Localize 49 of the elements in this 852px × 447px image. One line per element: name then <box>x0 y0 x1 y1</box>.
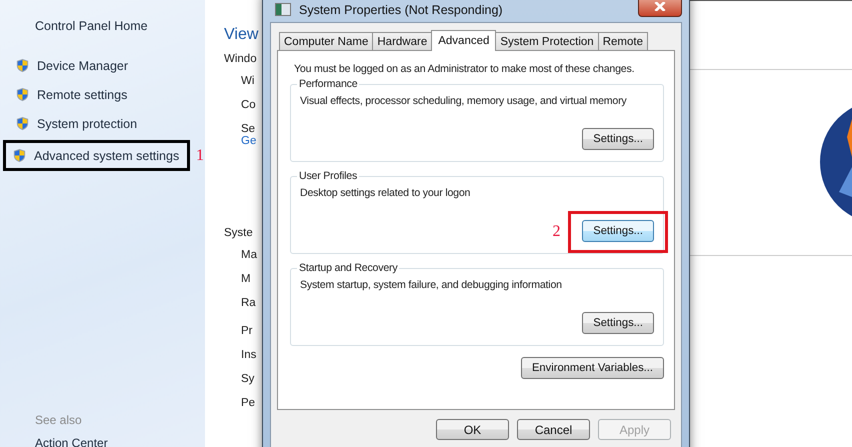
info-label: Se <box>241 122 256 136</box>
sidebar-link[interactable]: Advanced system settings <box>3 140 190 171</box>
dialog-button[interactable]: OK <box>436 419 509 440</box>
control-panel-home-link[interactable]: Control Panel Home <box>35 19 205 33</box>
info-label: Pe <box>241 396 256 411</box>
group-title: User Profiles <box>297 170 360 182</box>
group-title: Performance <box>297 78 360 90</box>
group-description: Desktop settings related to your logon <box>300 187 472 199</box>
sidebar-link[interactable]: System protection <box>6 111 144 137</box>
info-label: Ins <box>241 348 258 363</box>
info-link[interactable]: Ge <box>241 137 262 145</box>
settings-button[interactable]: Settings... <box>582 312 654 334</box>
info-label: Ma <box>241 248 258 263</box>
info-label: Pr <box>241 324 254 339</box>
close-icon <box>654 2 666 11</box>
info-label: Sy <box>241 372 256 387</box>
info-label: M <box>241 272 252 287</box>
tab[interactable]: System Protection <box>495 32 599 50</box>
info-label: Wi <box>241 74 256 89</box>
section-heading: Syste <box>224 227 254 239</box>
shield-icon <box>15 87 30 102</box>
window-icon <box>275 3 291 16</box>
shield-icon <box>15 58 30 73</box>
group-description: Visual effects, processor scheduling, memory usage, and virtual memory <box>300 95 628 107</box>
step-number: 2 <box>552 223 560 241</box>
see-also-link[interactable]: Action Center <box>35 437 205 447</box>
close-button[interactable] <box>638 0 682 16</box>
group-description: System startup, system failure, and debugging information <box>300 279 563 291</box>
step-number: 1 <box>196 146 204 164</box>
page-title: View <box>224 26 260 44</box>
group-title: Startup and Recovery <box>297 262 400 274</box>
section-heading: Windo <box>224 53 258 65</box>
tab[interactable]: Remote <box>598 32 648 50</box>
window-title: System Properties (Not Responding) <box>299 2 503 16</box>
tab[interactable]: Computer Name <box>279 32 374 50</box>
settings-button[interactable]: Settings... <box>582 220 654 242</box>
info-label: Ra <box>241 296 257 311</box>
settings-button[interactable]: Settings... <box>582 128 654 150</box>
tab[interactable]: Advanced <box>431 30 496 51</box>
environment-variables-button[interactable]: Environment Variables... <box>520 357 664 379</box>
shield-icon <box>15 116 30 131</box>
dialog-button[interactable]: Cancel <box>517 419 590 440</box>
shield-icon <box>12 148 27 163</box>
tab[interactable]: Hardware <box>372 32 432 50</box>
sidebar-link[interactable]: Remote settings <box>6 82 134 108</box>
see-also-heading: See also <box>35 413 83 427</box>
sidebar-link[interactable]: Device Manager <box>6 53 136 79</box>
notice-text: You must be logged on as an Administrator to make most of these changes. <box>294 63 636 75</box>
info-label: Co <box>241 98 257 113</box>
